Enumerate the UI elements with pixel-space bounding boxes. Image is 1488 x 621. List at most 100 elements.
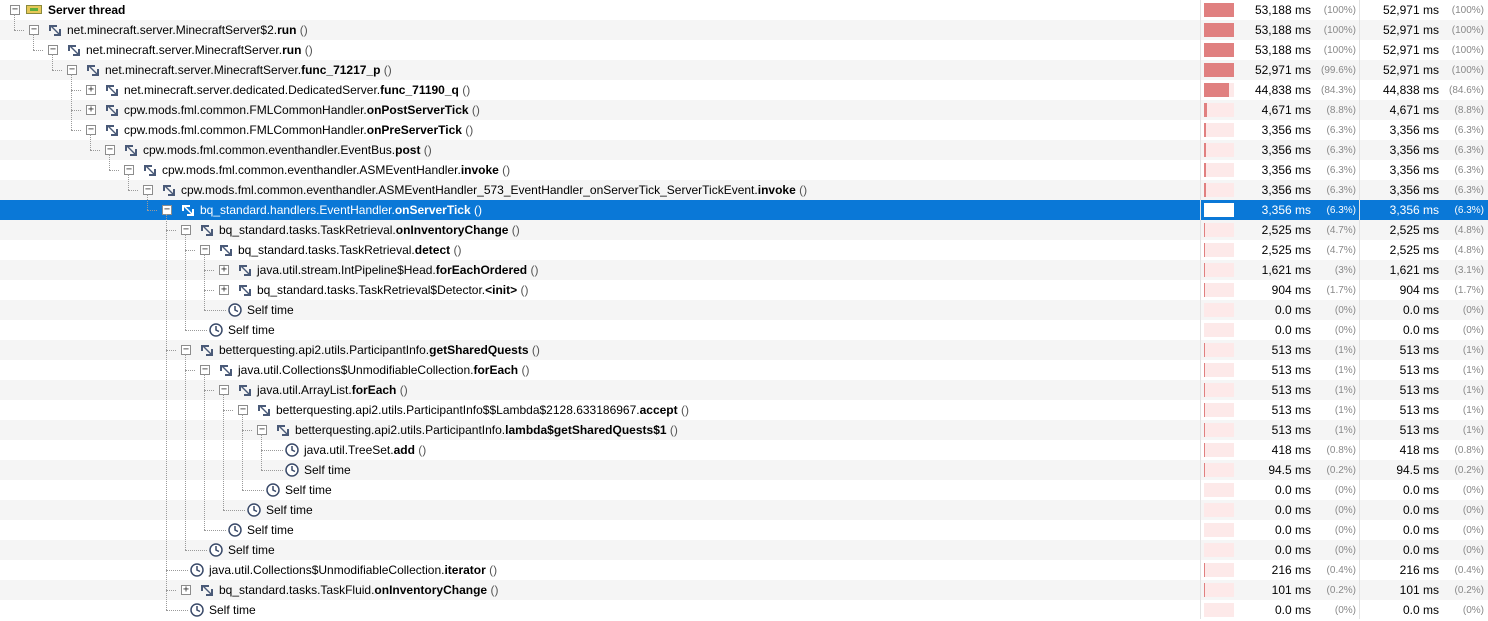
self-time: 2,525 ms: [1389, 243, 1439, 257]
method-label: betterquesting.api2.utils.ParticipantInf…: [276, 403, 689, 417]
tree-row[interactable]: Self time 0.0 ms (0%) 0.0 ms (0%): [0, 520, 1488, 540]
tree-row[interactable]: − cpw.mods.fml.common.eventhandler.ASMEve…: [0, 180, 1488, 200]
method-icon: [66, 42, 82, 58]
tree-row-selected[interactable]: − bq_standard.handlers.EventHandler.onSer…: [0, 200, 1488, 220]
method-name: lambda$getSharedQuests$1: [505, 423, 667, 437]
method-name-cell: − cpw.mods.fml.common.eventhandler.EventB…: [0, 140, 1200, 160]
method-name-cell: Self time: [0, 300, 1200, 320]
collapse-icon[interactable]: −: [48, 45, 58, 55]
collapse-icon[interactable]: −: [162, 205, 172, 215]
collapse-icon[interactable]: −: [257, 425, 267, 435]
self-time: 94.5 ms: [1396, 463, 1439, 477]
self-time-percent: (1%): [1462, 405, 1484, 416]
tree-row[interactable]: Self time 0.0 ms (0%) 0.0 ms (0%): [0, 300, 1488, 320]
call-parens: (): [517, 283, 529, 297]
tree-row[interactable]: − net.minecraft.server.MinecraftServer$2.…: [0, 20, 1488, 40]
expand-icon[interactable]: +: [219, 285, 229, 295]
class-name: net.minecraft.server.MinecraftServer.: [86, 43, 283, 57]
collapse-icon[interactable]: −: [86, 125, 96, 135]
time-bar: [1204, 183, 1234, 197]
time-bar: [1204, 503, 1234, 517]
collapse-icon[interactable]: −: [238, 405, 248, 415]
tree-row[interactable]: − bq_standard.tasks.TaskRetrieval.detect …: [0, 240, 1488, 260]
tree-row[interactable]: + bq_standard.tasks.TaskFluid.onInventory…: [0, 580, 1488, 600]
tree-connector: [223, 394, 224, 510]
method-name-cell: − bq_standard.handlers.EventHandler.onSer…: [0, 200, 1200, 220]
collapse-icon[interactable]: −: [10, 5, 20, 15]
collapse-icon[interactable]: −: [181, 345, 191, 355]
method-label: cpw.mods.fml.common.eventhandler.ASMEven…: [162, 163, 510, 177]
tree-row[interactable]: + bq_standard.tasks.TaskRetrieval$Detecto…: [0, 280, 1488, 300]
self-time: 3,356 ms: [1389, 163, 1439, 177]
expand-icon[interactable]: +: [86, 85, 96, 95]
tree-connector: [185, 250, 195, 251]
tree-connector: [109, 154, 110, 170]
tree-row[interactable]: java.util.Collections$UnmodifiableCollec…: [0, 560, 1488, 580]
collapse-icon[interactable]: −: [29, 25, 39, 35]
tree-connector: [166, 214, 167, 610]
collapse-icon[interactable]: −: [219, 385, 229, 395]
collapse-icon[interactable]: −: [200, 245, 210, 255]
time-bar: [1204, 263, 1234, 277]
tree-row[interactable]: + cpw.mods.fml.common.FMLCommonHandler.on…: [0, 100, 1488, 120]
time-bar: [1204, 283, 1234, 297]
tree-connector: [242, 490, 264, 491]
self-time-percent: (1.7%): [1454, 285, 1484, 296]
tree-row[interactable]: − net.minecraft.server.MinecraftServer.ru…: [0, 40, 1488, 60]
method-name: onServerTick: [394, 203, 471, 217]
self-time-percent: (0%): [1462, 525, 1484, 536]
tree-row[interactable]: − java.util.Collections$UnmodifiableColle…: [0, 360, 1488, 380]
total-time: 418 ms: [1271, 443, 1311, 457]
self-time-percent: (4.8%): [1454, 225, 1484, 236]
collapse-icon[interactable]: −: [105, 145, 115, 155]
total-time: 0.0 ms: [1274, 603, 1311, 617]
collapse-icon[interactable]: −: [200, 365, 210, 375]
method-name: forEach: [351, 383, 397, 397]
class-name: net.minecraft.server.dedicated.Dedicated…: [124, 83, 381, 97]
call-parens: (): [518, 363, 530, 377]
time-bar-fill: [1204, 463, 1205, 477]
tree-row[interactable]: + net.minecraft.server.dedicated.Dedicate…: [0, 80, 1488, 100]
class-name: java.util.Collections$UnmodifiableCollec…: [209, 563, 445, 577]
method-label: cpw.mods.fml.common.FMLCommonHandler.onP…: [124, 123, 473, 137]
tree-row[interactable]: − cpw.mods.fml.common.FMLCommonHandler.on…: [0, 120, 1488, 140]
expand-icon[interactable]: +: [219, 265, 229, 275]
total-time-percent: (1%): [1334, 385, 1356, 396]
method-name: func_71190_q: [380, 83, 459, 97]
tree-row[interactable]: − Server thread 53,188 ms (100%) 52,971 ms (1…: [0, 0, 1488, 20]
collapse-icon[interactable]: −: [181, 225, 191, 235]
time-bar-fill: [1204, 23, 1234, 37]
tree-row[interactable]: + java.util.stream.IntPipeline$Head.forEa…: [0, 260, 1488, 280]
expand-icon[interactable]: +: [181, 585, 191, 595]
method-icon: [85, 62, 101, 78]
tree-row[interactable]: − betterquesting.api2.utils.ParticipantIn…: [0, 340, 1488, 360]
self-time-percent: (6.3%): [1454, 185, 1484, 196]
tree-row[interactable]: − net.minecraft.server.MinecraftServer.fu…: [0, 60, 1488, 80]
class-name: java.util.stream.IntPipeline$Head.: [257, 263, 436, 277]
tree-row[interactable]: Self time 0.0 ms (0%) 0.0 ms (0%): [0, 320, 1488, 340]
tree-row[interactable]: − bq_standard.tasks.TaskRetrieval.onInven…: [0, 220, 1488, 240]
expand-icon[interactable]: +: [86, 105, 96, 115]
time-bar-fill: [1204, 203, 1206, 217]
total-time: 3,356 ms: [1261, 203, 1311, 217]
self-time: 0.0 ms: [1402, 503, 1439, 517]
time-bar-fill: [1204, 243, 1205, 257]
total-time-percent: (0%): [1334, 605, 1356, 616]
clock-icon: [246, 502, 262, 518]
tree-row[interactable]: − cpw.mods.fml.common.eventhandler.ASMEve…: [0, 160, 1488, 180]
tree-row[interactable]: Self time 0.0 ms (0%) 0.0 ms (0%): [0, 600, 1488, 620]
time-bar-fill: [1204, 63, 1234, 77]
collapse-icon[interactable]: −: [124, 165, 134, 175]
tree-connector: [261, 434, 262, 470]
call-tree: Self time 0.0 ms (0%) 0.0 ms (0%) + bq_standar…: [0, 0, 1488, 619]
tree-connector: [52, 70, 62, 71]
method-label: Self time: [304, 463, 351, 477]
collapse-icon[interactable]: −: [143, 185, 153, 195]
tree-connector: [204, 310, 226, 311]
tree-row[interactable]: − cpw.mods.fml.common.eventhandler.EventB…: [0, 140, 1488, 160]
tree-row[interactable]: Self time 0.0 ms (0%) 0.0 ms (0%): [0, 540, 1488, 560]
method-icon: [161, 182, 177, 198]
collapse-icon[interactable]: −: [67, 65, 77, 75]
self-time: 513 ms: [1399, 363, 1439, 377]
method-name: forEach: [473, 363, 519, 377]
